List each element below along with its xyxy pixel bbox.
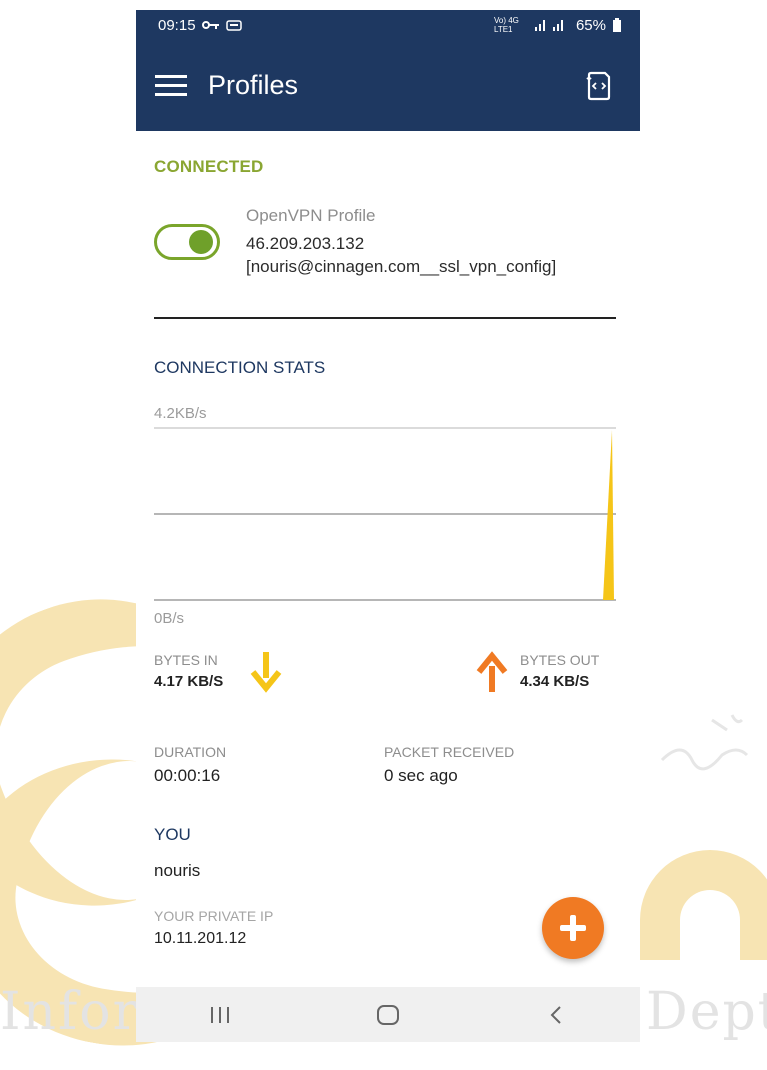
arrow-down-icon: [250, 652, 282, 693]
status-time: 09:15: [158, 16, 196, 34]
bytes-out-value: 4.34 KB/S: [520, 673, 590, 690]
recent-apps-button[interactable]: [190, 995, 250, 1035]
add-profile-button[interactable]: [542, 897, 604, 959]
phone-screen: 09:15 Vo) 4G LTE1 65% Profiles CONNECTED…: [136, 10, 640, 1042]
notification-icon: [225, 20, 242, 31]
you-header: YOU: [154, 825, 191, 844]
packet-received-label: PACKET RECEIVED: [384, 744, 515, 760]
network-indicator: Vo) 4G LTE1: [493, 16, 519, 34]
watermark-script-mark: [660, 714, 749, 771]
duration-label: DURATION: [154, 744, 227, 760]
vpn-key-icon: [201, 21, 219, 29]
vpn-connection-toggle[interactable]: [154, 224, 220, 260]
watermark-text-right: Dept: [646, 982, 767, 1042]
import-profile-icon: [586, 71, 611, 100]
watermark-logo-letter: [640, 850, 767, 960]
status-bar: 09:15 Vo) 4G LTE1 65%: [136, 10, 640, 40]
signal-icon: [534, 20, 563, 31]
connected-header: CONNECTED: [154, 157, 264, 176]
private-ip-value: 10.11.201.12: [154, 930, 247, 947]
chart-min-label: 0B/s: [154, 610, 185, 627]
import-profile-button[interactable]: [582, 69, 616, 103]
arrow-up-icon: [476, 651, 508, 692]
watermark-text-left: Infor: [0, 982, 140, 1042]
connection-stats-header: CONNECTION STATS: [154, 358, 326, 377]
app-bar: Profiles: [136, 40, 640, 131]
menu-button[interactable]: [154, 69, 188, 103]
battery-icon: [613, 18, 621, 32]
recent-apps-icon: [211, 1006, 229, 1023]
section-divider: [154, 317, 616, 319]
back-icon: [550, 1005, 561, 1024]
system-navigation-bar: [136, 987, 640, 1042]
home-button[interactable]: [358, 995, 418, 1035]
profile-name[interactable]: OpenVPN Profile: [246, 206, 375, 226]
private-ip-label: YOUR PRIVATE IP: [154, 908, 274, 924]
plus-icon: [560, 915, 586, 941]
battery-percent: 65%: [575, 16, 606, 34]
bytes-in-label: BYTES IN: [154, 652, 218, 668]
packet-received-value: 0 sec ago: [384, 766, 458, 785]
page-title: Profiles: [208, 70, 299, 100]
hamburger-menu-icon: [155, 74, 187, 96]
throughput-chart: [154, 427, 616, 601]
home-icon: [377, 1004, 399, 1025]
toggle-knob: [189, 230, 213, 254]
username-value: nouris: [154, 861, 201, 880]
throughput-spike: [603, 430, 614, 600]
duration-value: 00:00:16: [154, 766, 221, 785]
back-button[interactable]: [526, 995, 586, 1035]
bytes-in-value: 4.17 KB/S: [154, 673, 224, 690]
bytes-out-label: BYTES OUT: [520, 652, 600, 668]
profile-detail[interactable]: 46.209.203.132 [nouris@cinnagen.com__ssl…: [246, 232, 566, 278]
